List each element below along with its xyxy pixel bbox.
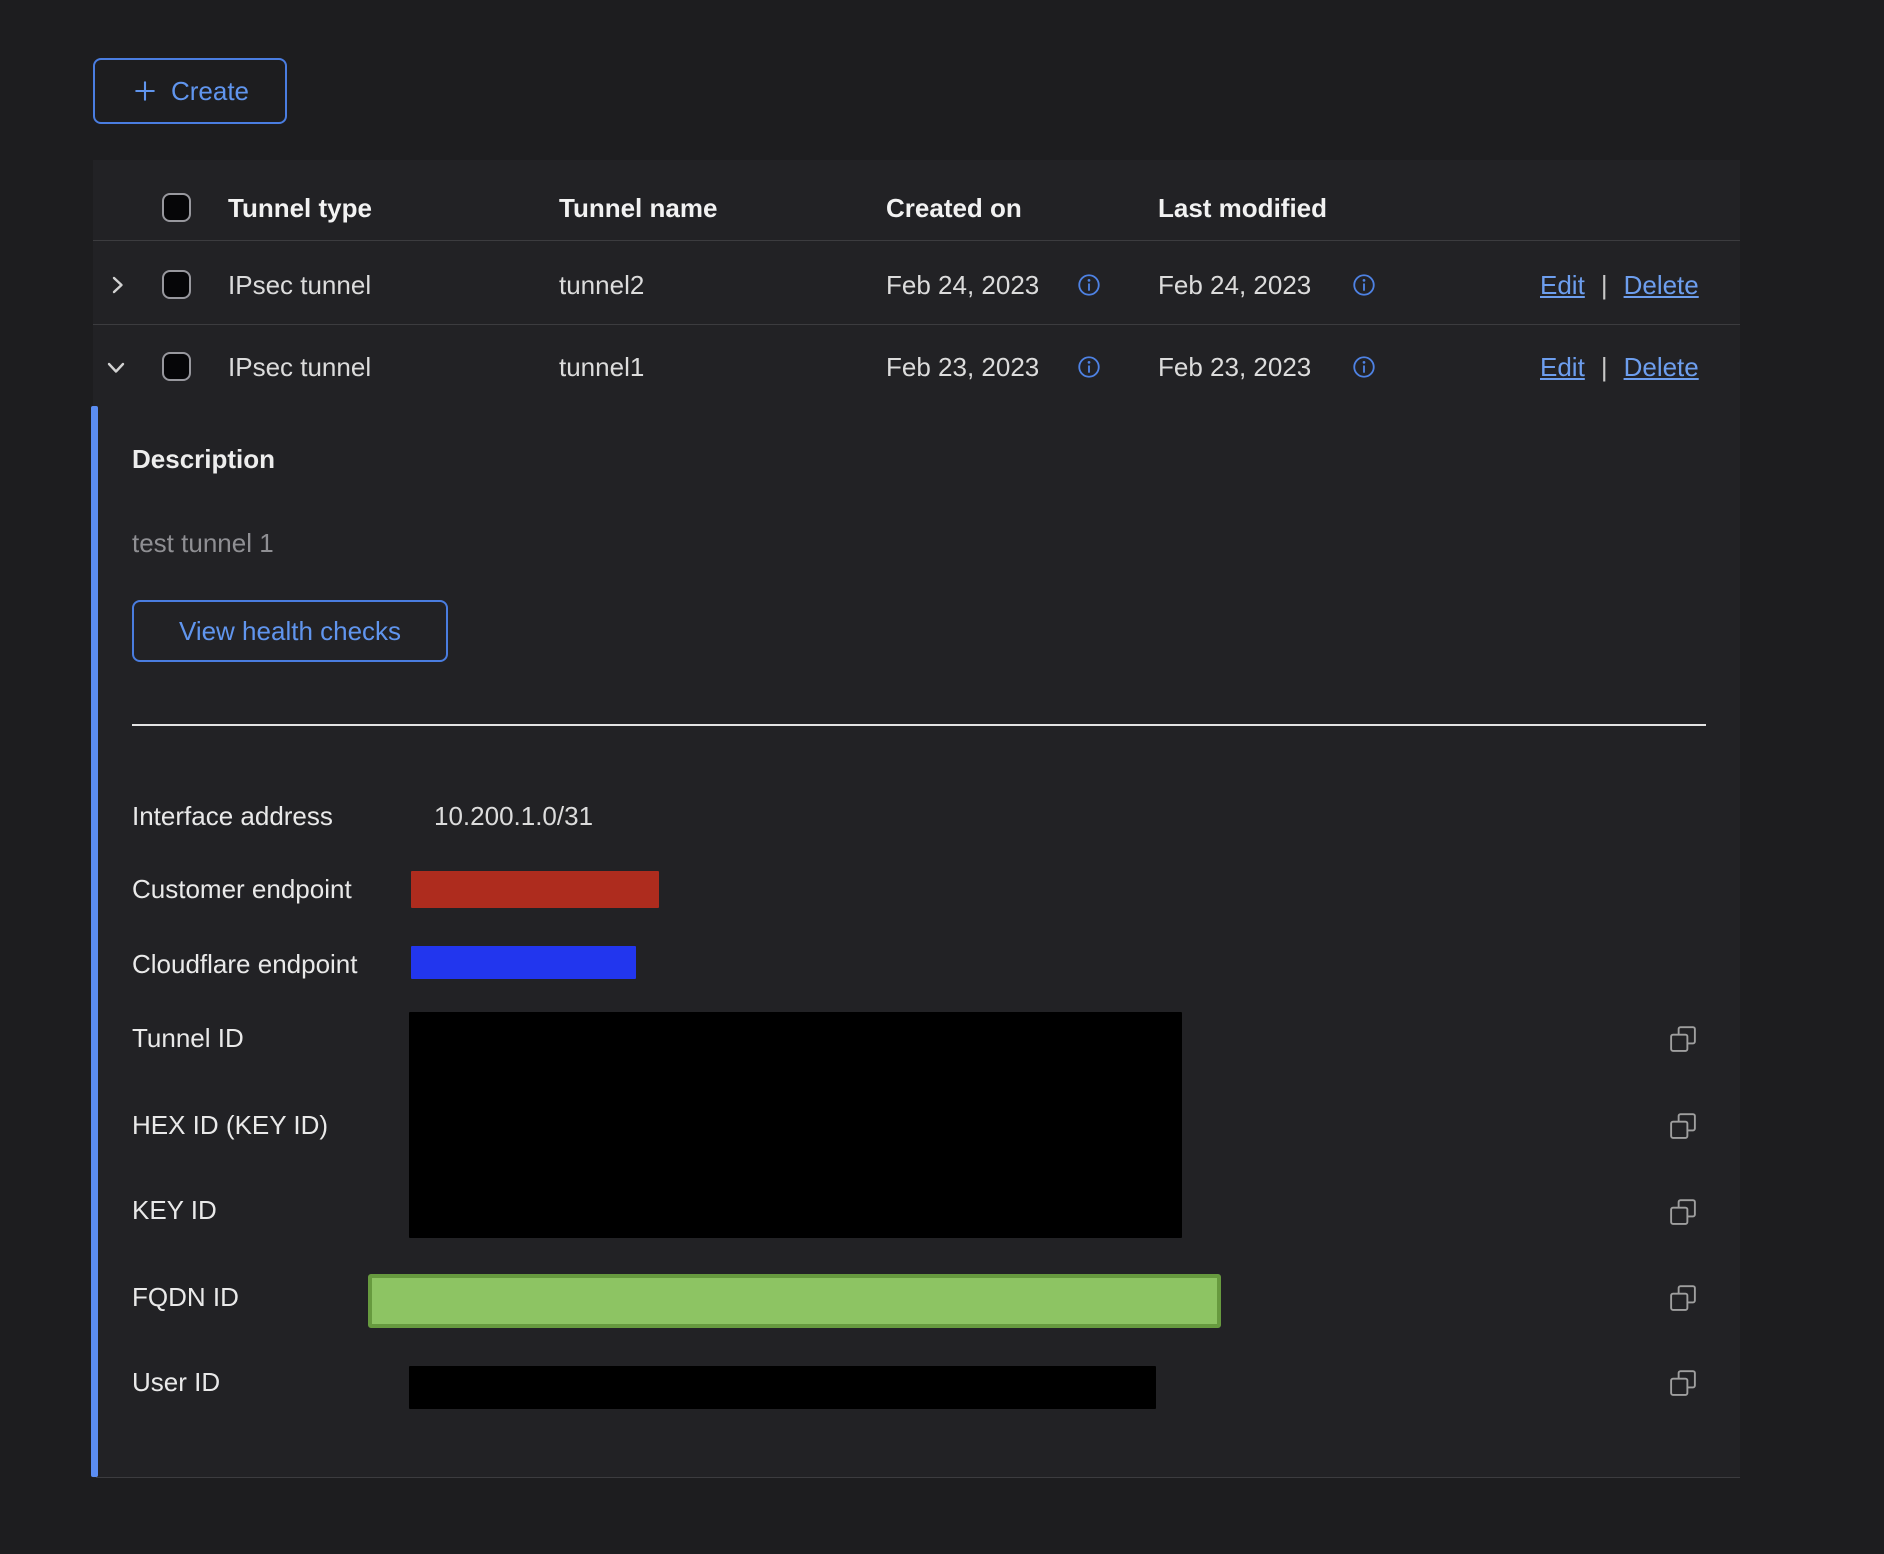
- select-all-checkbox[interactable]: [162, 193, 191, 222]
- description-label: Description: [132, 443, 275, 475]
- field-label-interface-address: Interface address: [132, 800, 333, 832]
- chevron-right-icon: [104, 272, 130, 298]
- field-label-fqdn-id: FQDN ID: [132, 1281, 239, 1313]
- action-separator: |: [1601, 269, 1608, 301]
- copy-button-user-id[interactable]: [1668, 1368, 1698, 1398]
- info-icon[interactable]: [1351, 354, 1377, 380]
- copy-button-hex-id[interactable]: [1668, 1111, 1698, 1141]
- section-divider: [132, 724, 1706, 726]
- cell-tunnel-type: IPsec tunnel: [228, 269, 371, 301]
- row-checkbox[interactable]: [162, 352, 191, 381]
- cell-created-on: Feb 24, 2023: [886, 269, 1039, 301]
- cell-created-on: Feb 23, 2023: [886, 351, 1039, 383]
- view-health-checks-label: View health checks: [179, 616, 401, 647]
- column-header-tunnel-name: Tunnel name: [559, 192, 717, 224]
- copy-button-fqdn-id[interactable]: [1668, 1283, 1698, 1313]
- redacted-value-user-id: [409, 1366, 1156, 1409]
- chevron-down-icon: [103, 354, 129, 380]
- field-value-interface-address: 10.200.1.0/31: [434, 800, 593, 832]
- create-button[interactable]: Create: [93, 58, 287, 124]
- plus-icon: [131, 77, 159, 105]
- field-label-user-id: User ID: [132, 1366, 220, 1398]
- cell-tunnel-name: tunnel1: [559, 351, 644, 383]
- row-checkbox[interactable]: [162, 270, 191, 299]
- redacted-value-ids-block: [409, 1012, 1182, 1238]
- header-divider: [93, 240, 1740, 241]
- redacted-value-customer-endpoint: [411, 871, 659, 908]
- info-icon[interactable]: [1351, 272, 1377, 298]
- redacted-value-fqdn-id: [368, 1274, 1221, 1328]
- edit-link[interactable]: Edit: [1540, 269, 1585, 301]
- column-header-created-on: Created on: [886, 192, 1022, 224]
- field-label-customer-endpoint: Customer endpoint: [132, 873, 352, 905]
- cell-tunnel-name: tunnel2: [559, 269, 644, 301]
- field-label-hex-id: HEX ID (KEY ID): [132, 1109, 328, 1141]
- expand-row-button[interactable]: [104, 272, 130, 298]
- copy-icon: [1668, 1368, 1698, 1398]
- cell-last-modified: Feb 24, 2023: [1158, 269, 1311, 301]
- cell-last-modified: Feb 23, 2023: [1158, 351, 1311, 383]
- delete-link[interactable]: Delete: [1624, 269, 1699, 301]
- edit-link[interactable]: Edit: [1540, 351, 1585, 383]
- copy-icon: [1668, 1111, 1698, 1141]
- expanded-row-accent-bar: [91, 406, 98, 1477]
- tunnels-page: Create Tunnel type Tunnel name Created o…: [0, 0, 1884, 1554]
- view-health-checks-button[interactable]: View health checks: [132, 600, 448, 662]
- redacted-value-cloudflare-endpoint: [411, 946, 636, 979]
- action-separator: |: [1601, 351, 1608, 383]
- info-icon[interactable]: [1076, 272, 1102, 298]
- description-text: test tunnel 1: [132, 527, 274, 559]
- field-label-cloudflare-endpoint: Cloudflare endpoint: [132, 948, 358, 980]
- row-divider: [93, 324, 1740, 325]
- delete-link[interactable]: Delete: [1624, 351, 1699, 383]
- cell-tunnel-type: IPsec tunnel: [228, 351, 371, 383]
- row-divider: [96, 1477, 1740, 1478]
- field-label-key-id: KEY ID: [132, 1194, 217, 1226]
- copy-button-tunnel-id[interactable]: [1668, 1024, 1698, 1054]
- copy-icon: [1668, 1197, 1698, 1227]
- create-button-label: Create: [171, 76, 249, 107]
- column-header-last-modified: Last modified: [1158, 192, 1327, 224]
- column-header-tunnel-type: Tunnel type: [228, 192, 372, 224]
- info-icon[interactable]: [1076, 354, 1102, 380]
- collapse-row-button[interactable]: [103, 354, 129, 380]
- copy-icon: [1668, 1283, 1698, 1313]
- copy-button-key-id[interactable]: [1668, 1197, 1698, 1227]
- copy-icon: [1668, 1024, 1698, 1054]
- field-label-tunnel-id: Tunnel ID: [132, 1022, 244, 1054]
